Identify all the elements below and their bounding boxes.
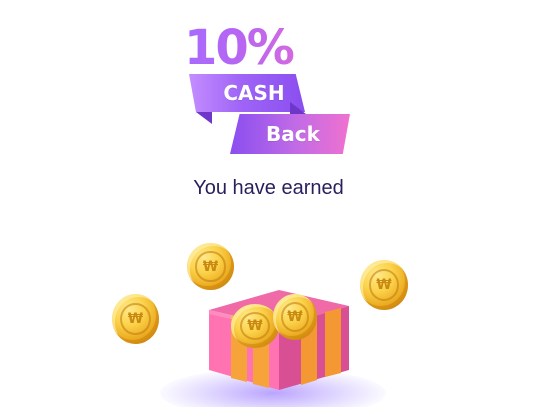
- coin-icon: ₩: [112, 294, 159, 344]
- coin-icon: ₩: [273, 294, 317, 340]
- cash-ribbon-label: CASH: [223, 81, 285, 105]
- back-ribbon-label: Back: [266, 122, 320, 146]
- coin-icon: ₩: [231, 304, 279, 348]
- ribbon-fold-left: [196, 112, 212, 124]
- cashback-reward-screen: 10% CASH Back You have earned ₩ ₩ ₩ ₩ ₩: [0, 0, 537, 407]
- coin-icon: ₩: [360, 260, 408, 310]
- back-ribbon: Back: [230, 114, 350, 154]
- cashback-percent: 10%: [184, 22, 324, 74]
- coin-icon: ₩: [187, 243, 234, 290]
- cash-ribbon: CASH: [189, 74, 305, 112]
- earned-label: You have earned: [193, 177, 344, 199]
